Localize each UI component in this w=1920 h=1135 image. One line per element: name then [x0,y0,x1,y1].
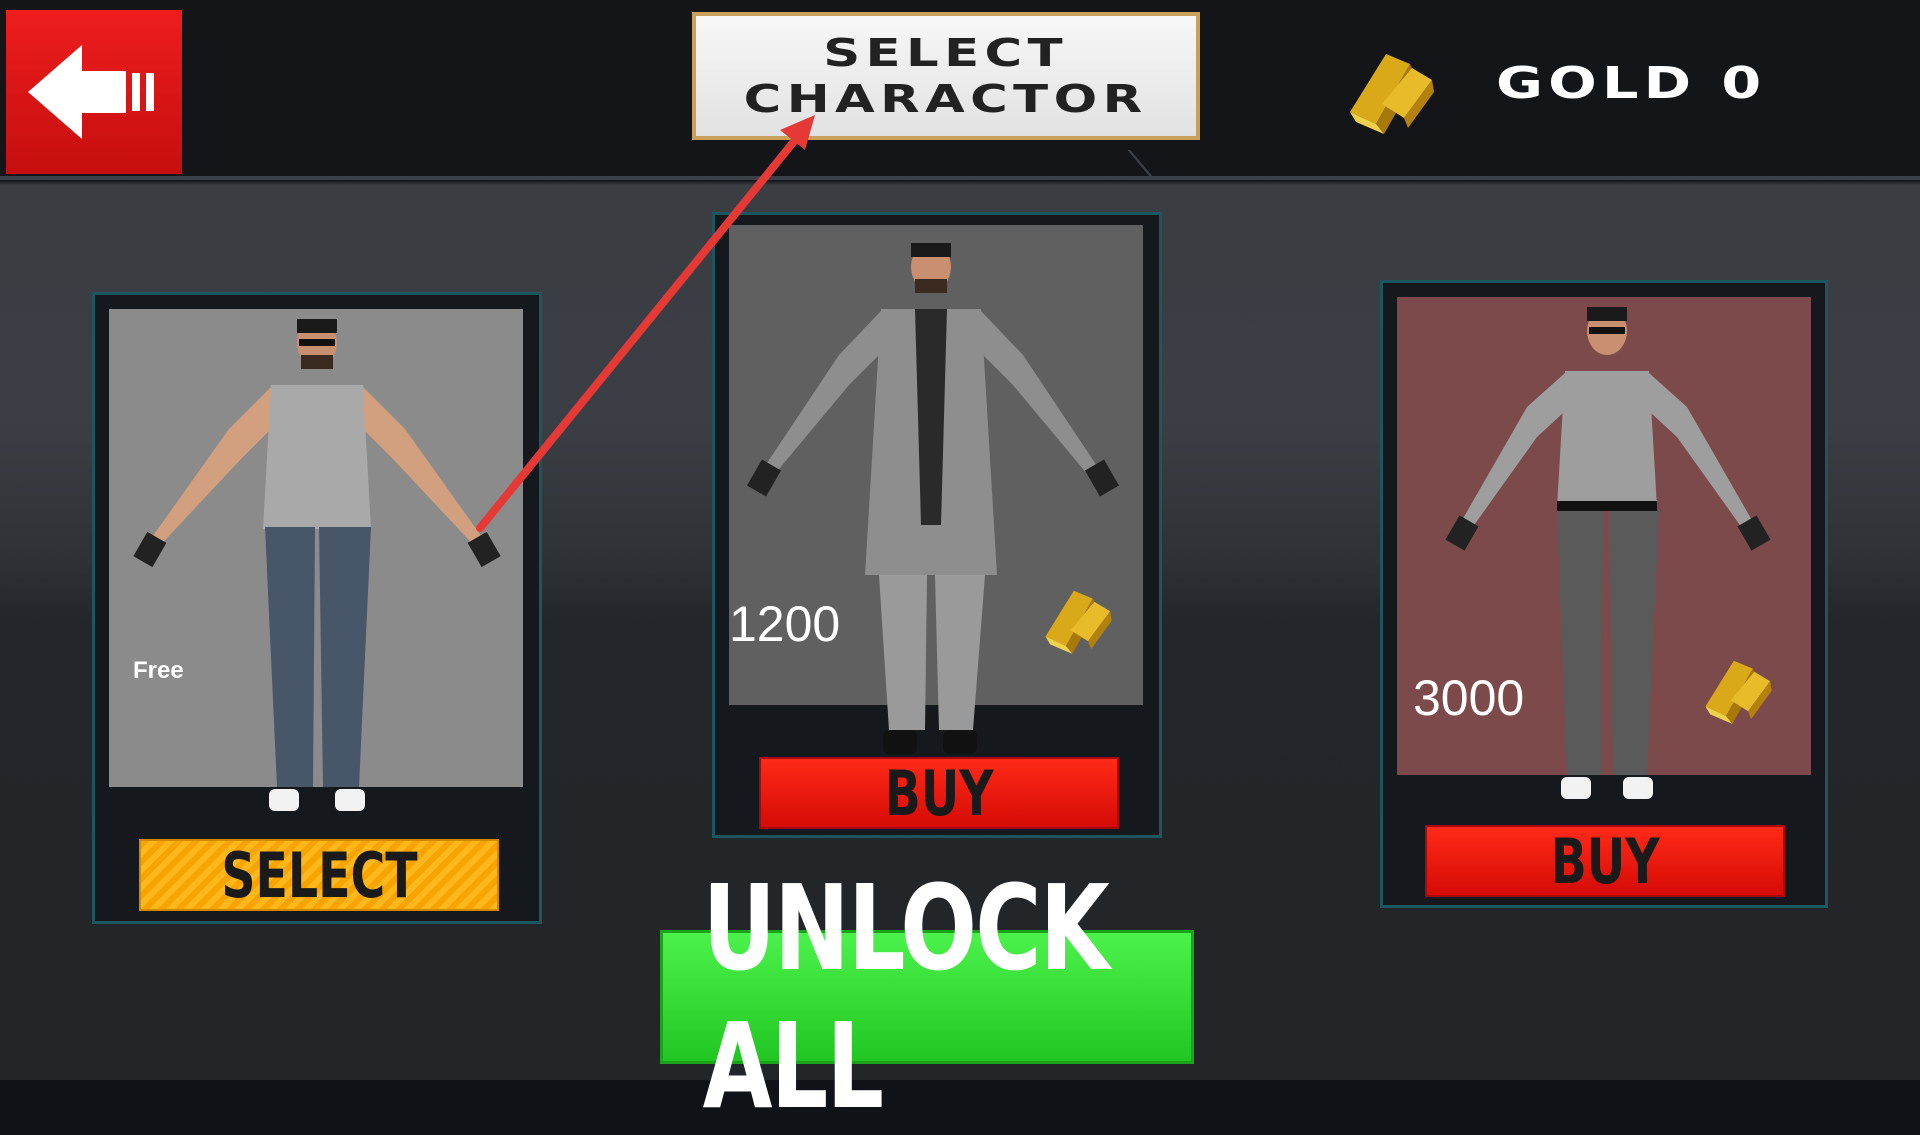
buy-button-3000[interactable]: BUY [1425,825,1785,898]
top-bar-edge [0,176,1920,180]
gold-counter: GOLD 0 [1496,58,1767,109]
character-model-icon [746,243,1120,754]
unlock-all-button[interactable]: UNLOCK ALL [660,859,1194,1135]
select-button[interactable]: SELECT [139,839,499,912]
price-label: 3000 [1413,670,1525,726]
character-card-2[interactable]: 1200 BUY [712,212,1162,838]
gold-bar-icon [1045,590,1112,654]
character-card-3[interactable]: 3000 BUY [1380,280,1828,908]
price-label-free: Free [133,657,184,684]
gold-bar-icon [1350,54,1434,134]
character-card-1[interactable]: Free SELECT [92,292,542,924]
back-arrow-icon [28,45,154,139]
gold-bar-icon [1705,660,1772,724]
character-model-icon [133,319,501,811]
buy-button-1200[interactable]: BUY [759,757,1119,830]
select-character-title-box: SELECT CHARACTOR [692,12,1200,140]
page-title: SELECT CHARACTOR [744,31,1148,121]
character-model-icon [1445,307,1771,799]
price-label: 1200 [729,596,841,652]
character-preview-1 [109,309,523,811]
back-button[interactable] [6,10,182,174]
